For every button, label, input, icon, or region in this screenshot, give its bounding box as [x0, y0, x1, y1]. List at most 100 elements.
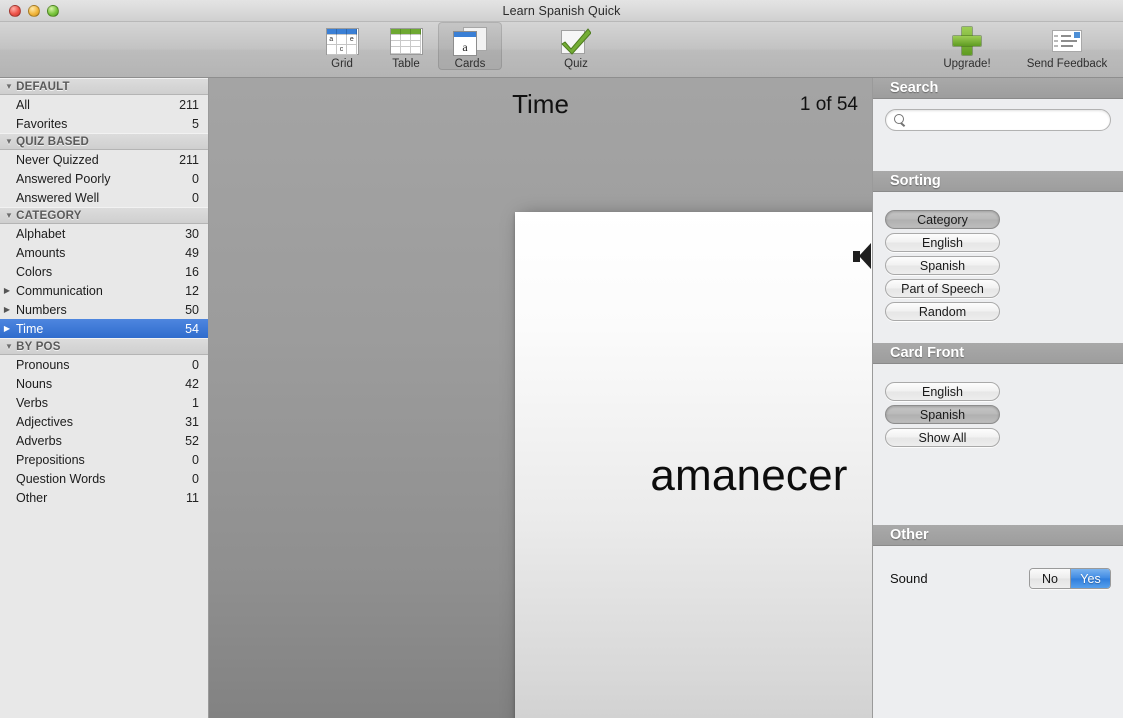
sidebar-item-count: 50 — [185, 302, 199, 317]
sidebar[interactable]: ▼DEFAULT▶All211▶Favorites5▼QUIZ BASED▶Ne… — [0, 78, 209, 718]
sort-option-english[interactable]: English — [885, 233, 1000, 252]
sorting-section-header: Sorting — [873, 171, 1123, 192]
window-body: ▼DEFAULT▶All211▶Favorites5▼QUIZ BASED▶Ne… — [0, 78, 1123, 718]
inspector-panel: Search Sorting Category English Spanish Par… — [872, 78, 1123, 718]
sidebar-group-header[interactable]: ▼ DEFAULT — [0, 78, 208, 95]
sound-option-yes[interactable]: Yes — [1070, 569, 1110, 588]
disclosure-triangle-icon[interactable]: ▶ — [0, 324, 14, 333]
sidebar-item-label: Answered Poorly — [16, 171, 111, 186]
sidebar-item-label: Numbers — [16, 302, 67, 317]
disclosure-triangle-icon[interactable]: ▼ — [5, 211, 13, 220]
sort-option-random[interactable]: Random — [885, 302, 1000, 321]
toolbar-item-table[interactable]: Table — [374, 22, 438, 70]
sorting-section: Category English Spanish Part of Speech Rand… — [873, 192, 1123, 343]
toolbar: ae c Grid Table a Cards Quiz Upgrade! Se… — [0, 22, 1123, 78]
sidebar-item-label: Verbs — [16, 395, 48, 410]
card-front-option-spanish[interactable]: Spanish — [885, 405, 1000, 424]
sidebar-item-label: Question Words — [16, 471, 106, 486]
sidebar-group-label: BY POS — [16, 340, 61, 353]
disclosure-triangle-icon[interactable]: ▶ — [0, 305, 14, 314]
sound-toggle[interactable]: No Yes — [1029, 568, 1111, 589]
sidebar-group-header[interactable]: ▼ QUIZ BASED — [0, 133, 208, 150]
sidebar-item-never-quizzed[interactable]: ▶Never Quizzed211 — [0, 150, 208, 169]
speaker-icon[interactable] — [853, 242, 872, 270]
sidebar-item-favorites[interactable]: ▶Favorites5 — [0, 114, 208, 133]
other-section-header: Other — [873, 525, 1123, 546]
sidebar-item-count: 0 — [192, 171, 199, 186]
toolbar-label-upgrade: Upgrade! — [943, 58, 991, 70]
current-card[interactable]: amanecer — [515, 212, 872, 718]
toolbar-item-upgrade[interactable]: Upgrade! — [917, 22, 1017, 70]
table-icon — [389, 26, 423, 56]
toolbar-item-send-feedback[interactable]: Send Feedback — [1017, 22, 1117, 70]
card-front-section-header: Card Front — [873, 343, 1123, 364]
sound-option-no[interactable]: No — [1030, 569, 1070, 588]
search-icon — [894, 113, 907, 127]
sidebar-group-header[interactable]: ▼ BY POS — [0, 338, 208, 355]
sidebar-item-count: 52 — [185, 433, 199, 448]
sidebar-group-label: DEFAULT — [16, 80, 70, 93]
sidebar-item-count: 0 — [192, 190, 199, 205]
sidebar-item-label: Nouns — [16, 376, 53, 391]
sidebar-item-alphabet[interactable]: ▶Alphabet30 — [0, 224, 208, 243]
toolbar-label-send-feedback: Send Feedback — [1026, 58, 1108, 70]
disclosure-triangle-icon[interactable]: ▼ — [5, 82, 13, 91]
quiz-icon — [561, 26, 591, 56]
title-bar: Learn Spanish Quick — [0, 0, 1123, 22]
sidebar-item-count: 49 — [185, 245, 199, 260]
window-title: Learn Spanish Quick — [502, 3, 621, 18]
sidebar-item-pronouns[interactable]: ▶Pronouns0 — [0, 355, 208, 374]
sort-option-spanish[interactable]: Spanish — [885, 256, 1000, 275]
search-field[interactable] — [885, 109, 1111, 131]
sidebar-item-colors[interactable]: ▶Colors16 — [0, 262, 208, 281]
toolbar-item-cards[interactable]: a Cards — [438, 22, 502, 70]
sort-option-category[interactable]: Category — [885, 210, 1000, 229]
toolbar-view-modes: ae c Grid Table a Cards Quiz — [310, 22, 608, 78]
sidebar-item-adjectives[interactable]: ▶Adjectives31 — [0, 412, 208, 431]
sidebar-item-label: Amounts — [16, 245, 66, 260]
sidebar-item-count: 0 — [192, 357, 199, 372]
toolbar-item-quiz[interactable]: Quiz — [544, 22, 608, 70]
sidebar-item-amounts[interactable]: ▶Amounts49 — [0, 243, 208, 262]
app-window: Learn Spanish Quick ae c Grid Table a Ca… — [0, 0, 1123, 718]
sidebar-item-label: Communication — [16, 283, 103, 298]
disclosure-triangle-icon[interactable]: ▼ — [5, 342, 13, 351]
sidebar-item-prepositions[interactable]: ▶Prepositions0 — [0, 450, 208, 469]
sound-label: Sound — [890, 571, 928, 586]
sidebar-item-label: Favorites — [16, 116, 68, 131]
sidebar-group-header[interactable]: ▼ CATEGORY — [0, 207, 208, 224]
sidebar-item-label: Adverbs — [16, 433, 62, 448]
current-card-word: amanecer — [650, 451, 848, 500]
disclosure-triangle-icon[interactable]: ▶ — [0, 286, 14, 295]
sidebar-item-label: Never Quizzed — [16, 152, 99, 167]
sidebar-item-answered-poorly[interactable]: ▶Answered Poorly0 — [0, 169, 208, 188]
sidebar-item-count: 42 — [185, 376, 199, 391]
sort-option-part-of-speech[interactable]: Part of Speech — [885, 279, 1000, 298]
toolbar-label-table: Table — [392, 58, 420, 70]
other-section: Sound No Yes — [873, 546, 1123, 589]
sidebar-item-numbers[interactable]: ▶ Numbers 50 — [0, 300, 208, 319]
toolbar-label-quiz: Quiz — [564, 58, 588, 70]
sidebar-item-count: 54 — [185, 321, 199, 336]
sidebar-item-label: Alphabet — [16, 226, 66, 241]
card-front-option-show-all[interactable]: Show All — [885, 428, 1000, 447]
sidebar-item-label: Adjectives — [16, 414, 73, 429]
sidebar-item-adverbs[interactable]: ▶Adverbs52 — [0, 431, 208, 450]
sidebar-group-label: QUIZ BASED — [16, 135, 90, 148]
toolbar-label-grid: Grid — [331, 58, 353, 70]
card-front-option-english[interactable]: English — [885, 382, 1000, 401]
search-input[interactable] — [911, 113, 1102, 127]
sidebar-item-count: 5 — [192, 116, 199, 131]
toolbar-item-grid[interactable]: ae c Grid — [310, 22, 374, 70]
toolbar-actions: Upgrade! Send Feedback — [917, 22, 1117, 78]
sidebar-item-answered-well[interactable]: ▶Answered Well0 — [0, 188, 208, 207]
sidebar-item-other[interactable]: ▶Other11 — [0, 488, 208, 507]
sidebar-item-communication[interactable]: ▶ Communication 12 — [0, 281, 208, 300]
sidebar-item-nouns[interactable]: ▶Nouns42 — [0, 374, 208, 393]
sidebar-item-count: 31 — [185, 414, 199, 429]
sidebar-item-time[interactable]: ▶ Time 54 — [0, 319, 208, 338]
sidebar-item-verbs[interactable]: ▶Verbs1 — [0, 393, 208, 412]
sidebar-item-question-words[interactable]: ▶Question Words0 — [0, 469, 208, 488]
sidebar-item-all[interactable]: ▶All211 — [0, 95, 208, 114]
disclosure-triangle-icon[interactable]: ▼ — [5, 137, 13, 146]
